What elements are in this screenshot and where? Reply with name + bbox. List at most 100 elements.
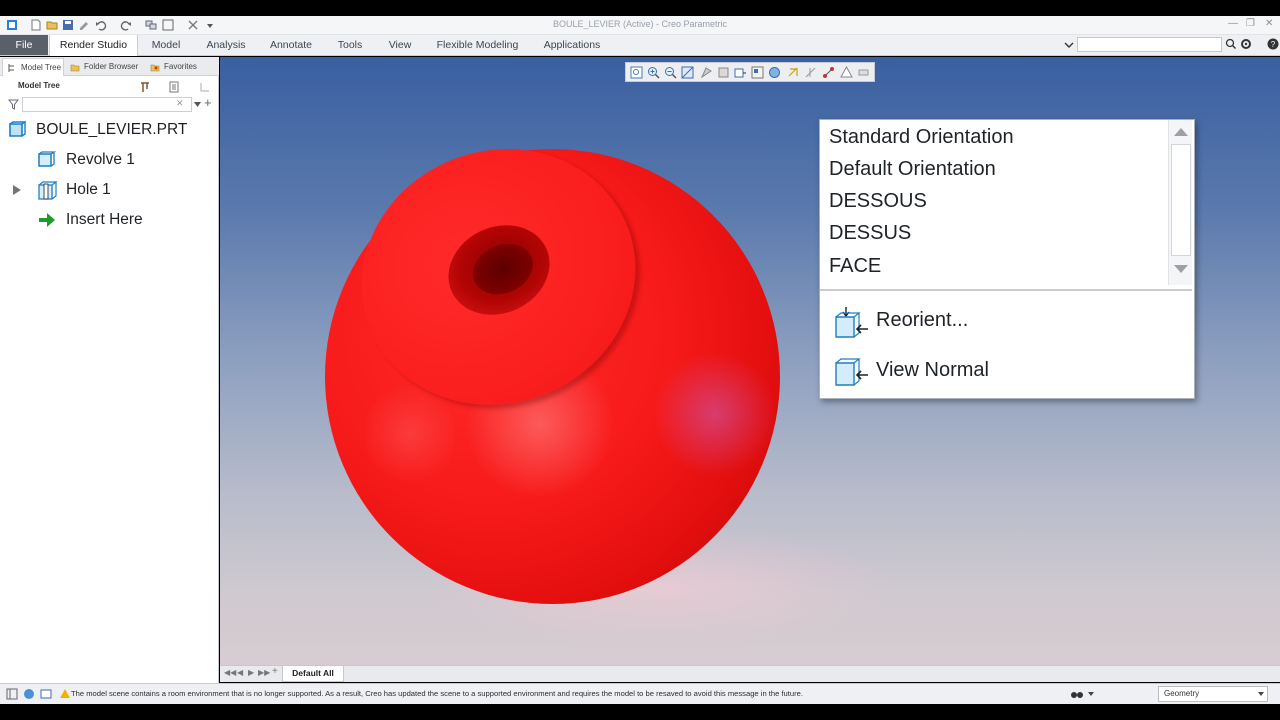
minimize-icon[interactable]: — (1228, 18, 1238, 29)
reorient-button[interactable]: Reorient... (830, 301, 1180, 345)
spin-center-icon[interactable] (857, 66, 870, 79)
previous-tab-icon[interactable]: ◀ (237, 668, 243, 677)
graphics-toolbar (625, 62, 875, 82)
tab-flexible-modeling[interactable]: Flexible Modeling (425, 35, 530, 55)
reorient-icon (835, 307, 868, 338)
tab-view[interactable]: View (377, 35, 423, 55)
axis-display-icon[interactable] (804, 66, 817, 79)
filter-dropdown-icon[interactable] (194, 102, 201, 107)
navigator-tabs: Model Tree Folder Browser Favorites (0, 57, 219, 76)
csys-display-icon[interactable] (822, 66, 835, 79)
tree-search-input[interactable] (22, 97, 192, 112)
tab-render-studio[interactable]: Render Studio (49, 35, 138, 56)
ribbon-collapse-icon[interactable] (1064, 41, 1074, 49)
tree-item-hole[interactable]: Hole 1 (0, 177, 180, 203)
clear-filter-icon[interactable]: ✕ (176, 98, 184, 109)
environment-reflection (655, 349, 775, 479)
settings-gear-icon[interactable] (1240, 38, 1252, 50)
tab-file[interactable]: File (0, 35, 48, 55)
scroll-track[interactable] (1171, 144, 1191, 256)
zoom-out-icon[interactable] (664, 66, 677, 79)
part-icon (9, 121, 26, 137)
add-filter-icon[interactable]: + (204, 95, 212, 110)
orientation-scrollbar[interactable] (1168, 120, 1192, 285)
tree-item-label: Insert Here (66, 211, 143, 228)
display-style-icon[interactable] (717, 66, 730, 79)
tree-filters-icon[interactable] (199, 81, 211, 93)
perspective-icon[interactable] (700, 66, 713, 79)
expand-arrow-icon[interactable] (13, 185, 21, 195)
tab-model-tree[interactable]: Model Tree (2, 58, 64, 76)
orientation-standard[interactable]: Standard Orientation (829, 121, 1014, 153)
tab-model[interactable]: Model (140, 35, 192, 55)
orientation-face[interactable]: FACE (829, 250, 881, 282)
reorient-label: Reorient... (876, 309, 969, 331)
orientation-dessous[interactable]: DESSOUS (829, 185, 927, 217)
datum-display-icon[interactable] (787, 66, 800, 79)
tree-item-part[interactable]: BOULE_LEVIER.PRT (0, 117, 187, 143)
close-icon[interactable]: ✕ (1265, 18, 1273, 29)
view-normal-label: View Normal (876, 359, 989, 381)
last-tab-icon[interactable]: ▶▶ (258, 668, 270, 677)
zoom-in-icon[interactable] (647, 66, 660, 79)
ribbon-tabs: File Render Studio Model Analysis Annota… (0, 35, 1280, 56)
selection-dropdown-icon[interactable] (1088, 692, 1094, 696)
tab-folder-browser-label: Folder Browser (84, 62, 139, 71)
chevron-down-icon (1258, 692, 1264, 696)
saved-orientations-icon[interactable] (734, 66, 747, 79)
saved-orientations-menu: Standard Orientation Default Orientation… (819, 119, 1195, 399)
layer-tab-strip: ◀◀ ◀ ▶ ▶▶ + Default All (220, 665, 1280, 682)
tab-folder-browser[interactable]: Folder Browser (66, 58, 144, 76)
creo-window: BOULE_LEVIER (Active) - Creo Parametric … (0, 0, 1280, 720)
selection-filter-select[interactable]: Geometry (1158, 686, 1268, 702)
tree-item-insert-here[interactable]: Insert Here (0, 207, 180, 233)
smart-selection-icon[interactable] (1070, 688, 1084, 700)
annotation-display-icon[interactable] (840, 66, 853, 79)
show-options-icon[interactable] (168, 81, 180, 93)
orientation-dessus[interactable]: DESSUS (829, 217, 911, 249)
fullscreen-icon[interactable] (40, 688, 52, 700)
scroll-down-icon[interactable] (1174, 265, 1188, 273)
favorites-folder-icon (150, 64, 160, 72)
tree-filter-row: ✕ + (6, 95, 216, 113)
warning-icon (60, 689, 70, 698)
orientation-list: Standard Orientation Default Orientation… (820, 120, 1168, 285)
tree-item-revolve[interactable]: Revolve 1 (0, 147, 180, 173)
insert-arrow-icon (39, 213, 55, 227)
scroll-up-icon[interactable] (1174, 128, 1188, 136)
tab-default-all[interactable]: Default All (282, 666, 344, 682)
quick-access-toolbar: BOULE_LEVIER (Active) - Creo Parametric … (0, 16, 1280, 35)
refit-icon[interactable] (630, 66, 643, 79)
tab-model-tree-label: Model Tree (21, 63, 62, 72)
search-icon[interactable] (1225, 38, 1237, 50)
help-icon[interactable]: ? (1267, 38, 1279, 50)
tab-annotate[interactable]: Annotate (260, 35, 322, 55)
filter-funnel-icon (8, 99, 19, 110)
tab-favorites[interactable]: Favorites (146, 58, 202, 76)
restore-icon[interactable]: ❐ (1246, 18, 1255, 29)
orientation-default[interactable]: Default Orientation (829, 153, 996, 185)
command-search-input[interactable] (1077, 37, 1222, 52)
tree-settings-icon[interactable] (139, 81, 151, 93)
add-tab-icon[interactable]: + (272, 666, 278, 677)
tree-item-label: Hole 1 (66, 181, 111, 198)
first-tab-icon[interactable]: ◀◀ (224, 668, 236, 677)
tab-tools[interactable]: Tools (325, 35, 375, 55)
view-normal-button[interactable]: View Normal (830, 351, 1180, 395)
svg-text:?: ? (1271, 40, 1276, 49)
next-tab-icon[interactable]: ▶ (248, 668, 254, 677)
tree-item-label: BOULE_LEVIER.PRT (36, 121, 188, 138)
tab-favorites-label: Favorites (164, 62, 197, 71)
model-tree-header: Model Tree (18, 81, 60, 90)
tab-analysis[interactable]: Analysis (194, 35, 258, 55)
appearance-icon[interactable] (768, 66, 781, 79)
selection-filter-value: Geometry (1164, 689, 1200, 698)
repaint-icon[interactable] (681, 66, 694, 79)
revolve-icon (38, 151, 56, 167)
tab-applications[interactable]: Applications (533, 35, 611, 55)
browser-toggle-icon[interactable] (23, 688, 35, 700)
view-manager-icon[interactable] (751, 66, 764, 79)
navigator-toggle-icon[interactable] (6, 688, 18, 700)
tree-item-label: Revolve 1 (66, 151, 135, 168)
navigator-panel: Model Tree Folder Browser Favorites Mode… (0, 57, 219, 683)
